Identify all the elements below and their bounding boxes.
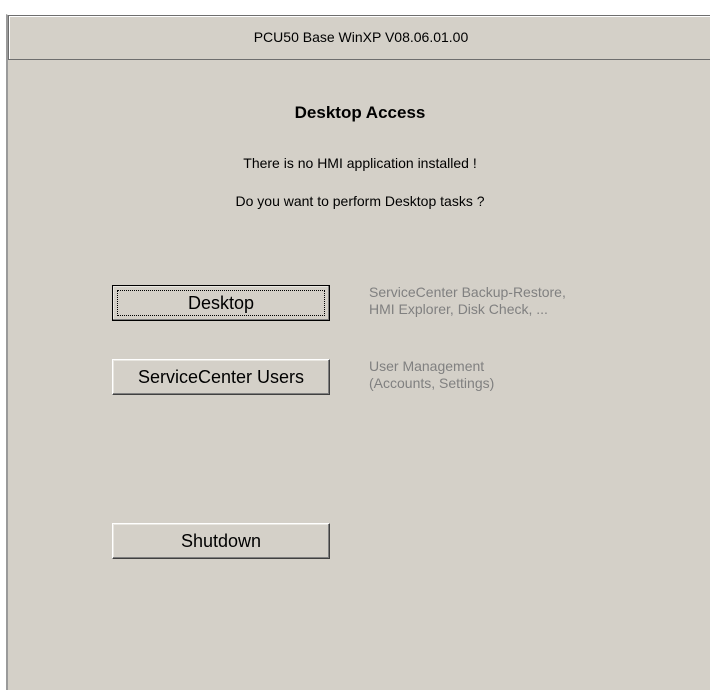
page-heading: Desktop Access	[294, 103, 426, 122]
desktop-tasks-question: Do you want to perform Desktop tasks ?	[235, 193, 485, 209]
users-description-line2: (Accounts, Settings)	[369, 375, 495, 391]
users-description: User Management (Accounts, Settings)	[369, 358, 494, 392]
desktop-description-line2: HMI Explorer, Disk Check, ...	[369, 301, 548, 317]
users-description-line1: User Management	[369, 358, 485, 374]
servicecenter-users-button[interactable]: ServiceCenter Users	[112, 359, 330, 395]
desktop-button-label: Desktop	[187, 293, 255, 313]
desktop-access-window: PCU50 Base WinXP V08.06.01.00 Desktop Ac…	[6, 14, 710, 690]
servicecenter-users-button-label: ServiceCenter Users	[137, 367, 305, 387]
window-title: PCU50 Base WinXP V08.06.01.00	[253, 29, 469, 45]
shutdown-button[interactable]: Shutdown	[112, 523, 330, 559]
shutdown-button-label: Shutdown	[180, 531, 262, 551]
desktop-description: ServiceCenter Backup-Restore, HMI Explor…	[369, 284, 566, 318]
no-hmi-message: There is no HMI application installed !	[243, 155, 477, 171]
window-title-bar: PCU50 Base WinXP V08.06.01.00	[8, 15, 710, 60]
desktop-description-line1: ServiceCenter Backup-Restore,	[369, 284, 566, 300]
desktop-button[interactable]: Desktop	[112, 285, 330, 321]
